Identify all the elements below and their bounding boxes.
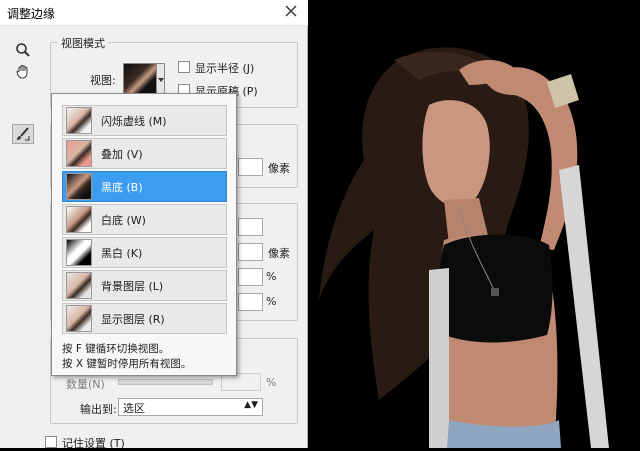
view-option-on-black[interactable]: 黑底 (B) <box>62 171 227 202</box>
option-thumbnail <box>66 239 92 266</box>
chevron-down-icon <box>156 64 164 96</box>
amount-slider[interactable] <box>118 379 213 385</box>
dialog-title: 调整边缘 <box>7 7 56 21</box>
show-radius-checkbox[interactable] <box>178 61 190 73</box>
remember-settings-checkbox[interactable] <box>45 436 57 448</box>
refine-brush-tool[interactable] <box>12 124 34 144</box>
view-label: 视图: <box>90 74 116 87</box>
output-to-value: 选区 <box>123 402 145 415</box>
remember-settings-label: 记住设置 (T) <box>62 437 125 450</box>
amount-label: 数量(N) <box>66 378 105 391</box>
select-arrows-icon: ▲▼ <box>244 400 258 410</box>
option-thumbnail <box>66 173 92 200</box>
view-option-black-white[interactable]: 黑白 (K) <box>62 237 227 268</box>
hand-icon <box>16 65 28 79</box>
contrast-unit: % <box>266 270 277 283</box>
zoom-icon <box>16 43 30 57</box>
option-thumbnail <box>66 140 92 167</box>
contrast-input[interactable] <box>238 268 263 286</box>
view-option-reveal-layer[interactable]: 显示图层 (R) <box>62 303 227 334</box>
radius-unit: 像素 <box>268 162 290 175</box>
output-to-label: 输出到: <box>80 403 117 416</box>
view-thumbnail <box>124 64 156 96</box>
show-radius-label: 显示半径 (J) <box>195 62 255 75</box>
close-icon <box>285 5 297 17</box>
option-thumbnail <box>66 107 92 134</box>
hint-cycle-views: 按 F 键循环切换视图。 <box>62 343 170 355</box>
feather-input[interactable] <box>238 243 263 261</box>
portrait-image <box>309 0 640 448</box>
view-option-on-layers[interactable]: 背景图层 (L) <box>62 270 227 301</box>
amount-unit: % <box>266 376 277 389</box>
view-mode-title: 视图模式 <box>58 35 108 51</box>
option-label: 白底 (W) <box>101 213 146 227</box>
view-selector[interactable] <box>123 63 165 97</box>
view-option-overlay[interactable]: 叠加 (V) <box>62 138 227 169</box>
shift-edge-unit: % <box>266 295 277 308</box>
option-thumbnail <box>66 206 92 233</box>
close-button[interactable] <box>284 4 300 20</box>
view-option-marching-ants[interactable]: 闪烁虚线 (M) <box>62 105 227 136</box>
refine-brush-icon <box>17 127 30 141</box>
option-label: 黑白 (K) <box>101 246 143 260</box>
option-label: 背景图层 (L) <box>101 279 164 293</box>
option-label: 黑底 (B) <box>101 180 143 194</box>
hand-tool[interactable] <box>12 61 34 81</box>
hint-disable-views: 按 X 键暂时停用所有视图。 <box>62 358 192 370</box>
option-thumbnail <box>66 305 92 332</box>
radius-input[interactable] <box>238 158 263 176</box>
option-label: 显示图层 (R) <box>101 312 165 326</box>
output-to-select[interactable]: 选区 ▲▼ <box>118 398 263 416</box>
smooth-input[interactable] <box>238 218 263 236</box>
image-canvas[interactable] <box>309 0 640 448</box>
option-label: 闪烁虚线 (M) <box>101 114 167 128</box>
view-option-on-white[interactable]: 白底 (W) <box>62 204 227 235</box>
feather-unit: 像素 <box>268 247 290 260</box>
zoom-tool[interactable] <box>12 40 34 60</box>
view-mode-popup: 闪烁虚线 (M) 叠加 (V) 黑底 (B) 白底 (W) 黑白 (K) 背景图… <box>51 93 237 376</box>
option-label: 叠加 (V) <box>101 147 143 161</box>
option-thumbnail <box>66 272 92 299</box>
title-bar: 调整边缘 <box>0 0 308 26</box>
shift-edge-input[interactable] <box>238 293 263 311</box>
